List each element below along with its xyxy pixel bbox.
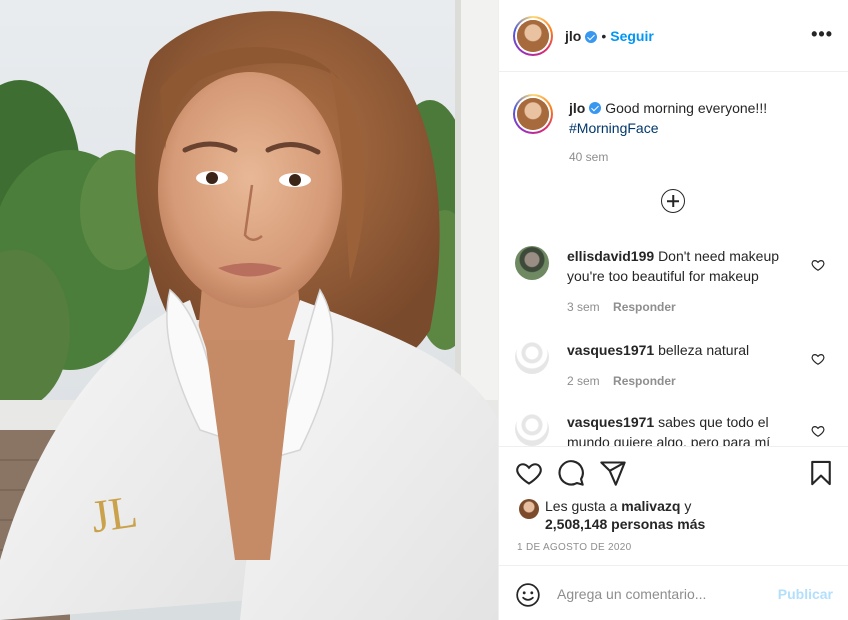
likes-count[interactable]: 2,508,148 personas más bbox=[545, 516, 705, 532]
comment-meta: 3 sem Responder bbox=[567, 300, 676, 314]
comments-list[interactable]: jlo Good morning everyone!!! #MorningFac… bbox=[499, 72, 848, 446]
post-actions: Les gusta a malivazq y 2,508,148 persona… bbox=[499, 446, 848, 620]
post-sidebar: jlo • Seguir ••• jlo Good morning everyo… bbox=[498, 0, 848, 620]
commenter-avatar[interactable] bbox=[515, 412, 549, 446]
liker-username[interactable]: malivazq bbox=[621, 498, 680, 514]
comment-bubble-icon[interactable] bbox=[557, 459, 585, 487]
robe-monogram: JL bbox=[88, 485, 141, 542]
caption-avatar[interactable] bbox=[513, 94, 553, 134]
more-options-icon[interactable]: ••• bbox=[811, 24, 833, 45]
comment-username[interactable]: vasques1971 bbox=[567, 414, 654, 430]
liker-avatar[interactable] bbox=[519, 499, 539, 519]
like-comment-heart-icon[interactable] bbox=[811, 352, 825, 366]
likes-connector: y bbox=[684, 498, 692, 514]
reply-button[interactable]: Responder bbox=[613, 374, 676, 388]
post-header: jlo • Seguir ••• bbox=[499, 0, 848, 72]
save-bookmark-icon[interactable] bbox=[807, 459, 835, 487]
post-photo[interactable]: JL bbox=[0, 0, 498, 620]
commenter-avatar[interactable] bbox=[515, 246, 549, 280]
caption-text: Good morning everyone!!! bbox=[605, 100, 768, 116]
comment-text: belleza natural bbox=[658, 342, 750, 358]
like-comment-heart-icon[interactable] bbox=[811, 258, 825, 272]
author-username[interactable]: jlo bbox=[565, 28, 581, 44]
caption-timestamp[interactable]: 40 sem bbox=[569, 150, 608, 164]
share-send-icon[interactable] bbox=[599, 459, 627, 487]
like-heart-icon[interactable] bbox=[515, 459, 543, 487]
verified-badge-icon bbox=[589, 102, 602, 114]
reply-button[interactable]: Responder bbox=[613, 300, 676, 314]
comment-timestamp[interactable]: 3 sem bbox=[567, 300, 600, 314]
comment-username[interactable]: vasques1971 bbox=[567, 342, 654, 358]
emoji-icon[interactable] bbox=[515, 582, 541, 608]
follow-button[interactable]: Seguir bbox=[610, 28, 654, 44]
likes-prefix: Les gusta a bbox=[545, 498, 618, 514]
author-avatar[interactable] bbox=[513, 15, 553, 56]
like-comment-heart-icon[interactable] bbox=[811, 424, 825, 438]
verified-badge-icon bbox=[585, 30, 598, 43]
selfie-image: JL bbox=[0, 0, 498, 620]
post-date[interactable]: 1 DE AGOSTO DE 2020 bbox=[517, 542, 631, 553]
caption-username[interactable]: jlo bbox=[569, 100, 585, 116]
load-more-comments-icon[interactable] bbox=[661, 189, 685, 213]
comment-meta: 2 sem Responder bbox=[567, 374, 676, 388]
comment-timestamp[interactable]: 2 sem bbox=[567, 374, 600, 388]
comment-input[interactable] bbox=[557, 583, 757, 605]
caption-hashtag[interactable]: #MorningFace bbox=[569, 120, 659, 136]
post-comment-button[interactable]: Publicar bbox=[778, 586, 833, 602]
add-comment-bar: Publicar bbox=[499, 565, 848, 620]
comment-username[interactable]: ellisdavid199 bbox=[567, 248, 654, 264]
header-separator: • bbox=[601, 27, 607, 44]
commenter-avatar[interactable] bbox=[515, 340, 549, 374]
